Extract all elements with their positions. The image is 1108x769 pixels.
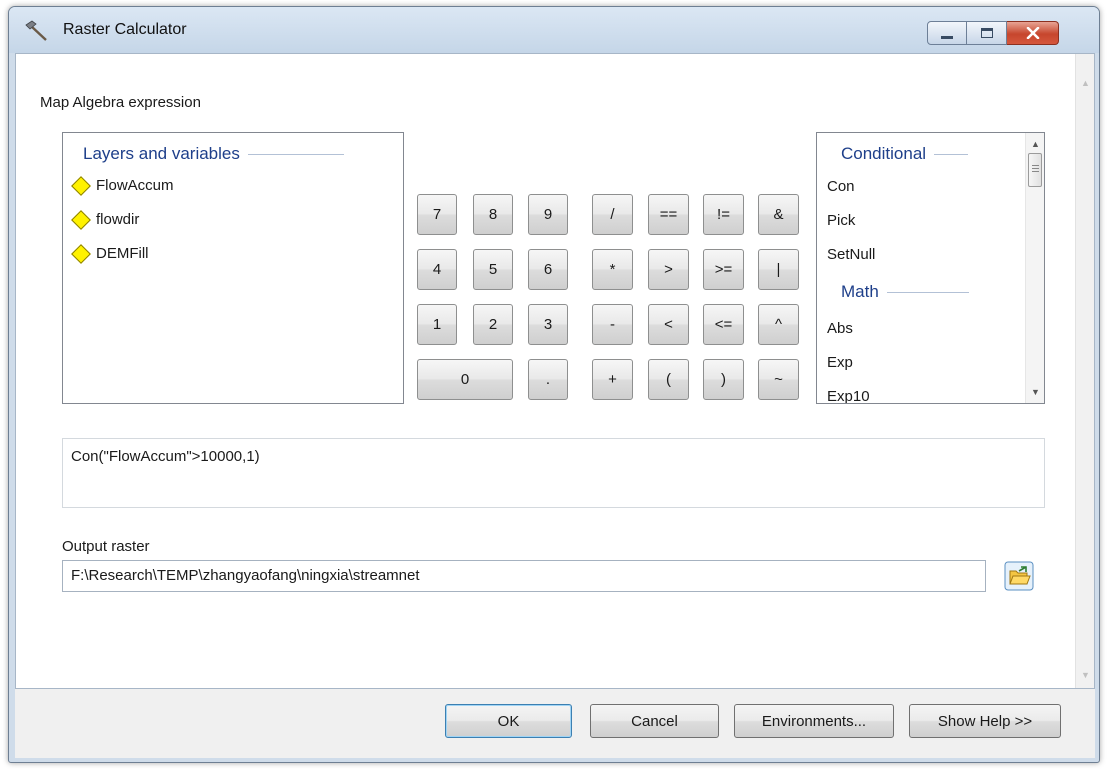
raster-layer-icon — [71, 243, 91, 264]
key-9[interactable]: 9 — [528, 194, 568, 235]
expression-text: Con("FlowAccum">10000,1) — [71, 448, 260, 465]
math-header: Math — [841, 282, 969, 302]
conditional-header-divider — [934, 153, 969, 155]
function-item-exp10[interactable]: Exp10 — [827, 388, 870, 403]
function-item-abs[interactable]: Abs — [827, 320, 853, 337]
layer-label: DEMFill — [96, 245, 149, 262]
key-open-paren[interactable]: ( — [648, 359, 689, 400]
key-3[interactable]: 3 — [528, 304, 568, 345]
layer-item-flowdir[interactable]: flowdir — [71, 209, 140, 230]
layer-label: flowdir — [96, 211, 140, 228]
dialog-footer: OK Cancel Environments... Show Help >> — [15, 689, 1095, 758]
browse-folder-button[interactable] — [1004, 561, 1034, 591]
key-multiply[interactable]: * — [592, 249, 633, 290]
maximize-icon — [980, 28, 993, 38]
key-plus[interactable]: + — [592, 359, 633, 400]
key-decimal[interactable]: . — [528, 359, 568, 400]
close-icon — [1026, 27, 1039, 39]
close-button[interactable] — [1007, 21, 1059, 45]
key-5[interactable]: 5 — [473, 249, 513, 290]
environments-button[interactable]: Environments... — [734, 704, 894, 738]
conditional-header: Conditional — [841, 144, 969, 164]
functions-scrollbar[interactable]: ▲ ▼ — [1025, 133, 1044, 403]
key-7[interactable]: 7 — [417, 194, 457, 235]
raster-layer-icon — [71, 175, 91, 196]
ok-button[interactable]: OK — [445, 704, 572, 738]
layers-header-divider — [247, 153, 344, 155]
output-raster-input[interactable]: F:\Research\TEMP\zhangyaofang\ningxia\st… — [62, 560, 986, 592]
dialog-client-area: Map Algebra expression Layers and variab… — [15, 53, 1095, 689]
window-title: Raster Calculator — [63, 21, 187, 38]
function-item-exp[interactable]: Exp — [827, 354, 853, 371]
key-0[interactable]: 0 — [417, 359, 513, 400]
expression-label: Map Algebra expression — [40, 94, 201, 111]
maximize-button[interactable] — [967, 21, 1007, 45]
raster-layer-icon — [71, 209, 91, 230]
raster-calculator-window: Raster Calculator Map Algebra expression… — [8, 6, 1100, 763]
conditional-header-label: Conditional — [841, 144, 927, 163]
math-header-divider — [886, 291, 969, 293]
scroll-up-icon[interactable]: ▲ — [1031, 139, 1040, 149]
layers-list[interactable]: Layers and variables FlowAccum flowdir D… — [62, 132, 404, 404]
key-less-equal[interactable]: <= — [703, 304, 744, 345]
layers-header: Layers and variables — [83, 144, 344, 164]
scroll-thumb[interactable] — [1028, 153, 1042, 187]
minimize-icon — [941, 35, 953, 39]
key-not-equal[interactable]: != — [703, 194, 744, 235]
output-raster-value: F:\Research\TEMP\zhangyaofang\ningxia\st… — [71, 567, 420, 584]
functions-list[interactable]: Conditional Con Pick SetNull Math Abs Ex… — [816, 132, 1045, 404]
key-8[interactable]: 8 — [473, 194, 513, 235]
key-4[interactable]: 4 — [417, 249, 457, 290]
math-header-label: Math — [841, 282, 879, 301]
dialog-scrollbar[interactable]: ▲ ▼ — [1075, 54, 1094, 688]
dialog-scroll-up-icon[interactable]: ▲ — [1081, 78, 1090, 88]
key-divide[interactable]: / — [592, 194, 633, 235]
minimize-button[interactable] — [927, 21, 967, 45]
key-greater[interactable]: > — [648, 249, 689, 290]
thumb-grip-icon — [1031, 165, 1039, 172]
scroll-down-icon[interactable]: ▼ — [1031, 387, 1040, 397]
output-raster-label: Output raster — [62, 538, 150, 555]
key-1[interactable]: 1 — [417, 304, 457, 345]
layer-label: FlowAccum — [96, 177, 174, 194]
key-equal[interactable]: == — [648, 194, 689, 235]
open-folder-icon — [1004, 561, 1034, 591]
function-item-setnull[interactable]: SetNull — [827, 246, 875, 263]
layer-item-flowaccum[interactable]: FlowAccum — [71, 175, 174, 196]
key-and[interactable]: & — [758, 194, 799, 235]
key-greater-equal[interactable]: >= — [703, 249, 744, 290]
title-bar[interactable]: Raster Calculator — [9, 7, 1099, 53]
show-help-button[interactable]: Show Help >> — [909, 704, 1061, 738]
hammer-icon — [25, 20, 49, 42]
key-close-paren[interactable]: ) — [703, 359, 744, 400]
function-item-con[interactable]: Con — [827, 178, 855, 195]
key-6[interactable]: 6 — [528, 249, 568, 290]
dialog-scroll-down-icon[interactable]: ▼ — [1081, 670, 1090, 680]
cancel-button[interactable]: Cancel — [590, 704, 719, 738]
layers-header-label: Layers and variables — [83, 144, 240, 163]
key-not[interactable]: ~ — [758, 359, 799, 400]
layer-item-demfill[interactable]: DEMFill — [71, 243, 149, 264]
function-item-pick[interactable]: Pick — [827, 212, 855, 229]
expression-textbox[interactable]: Con("FlowAccum">10000,1) — [62, 438, 1045, 508]
key-minus[interactable]: - — [592, 304, 633, 345]
key-less[interactable]: < — [648, 304, 689, 345]
key-xor[interactable]: ^ — [758, 304, 799, 345]
key-or[interactable]: | — [758, 249, 799, 290]
key-2[interactable]: 2 — [473, 304, 513, 345]
